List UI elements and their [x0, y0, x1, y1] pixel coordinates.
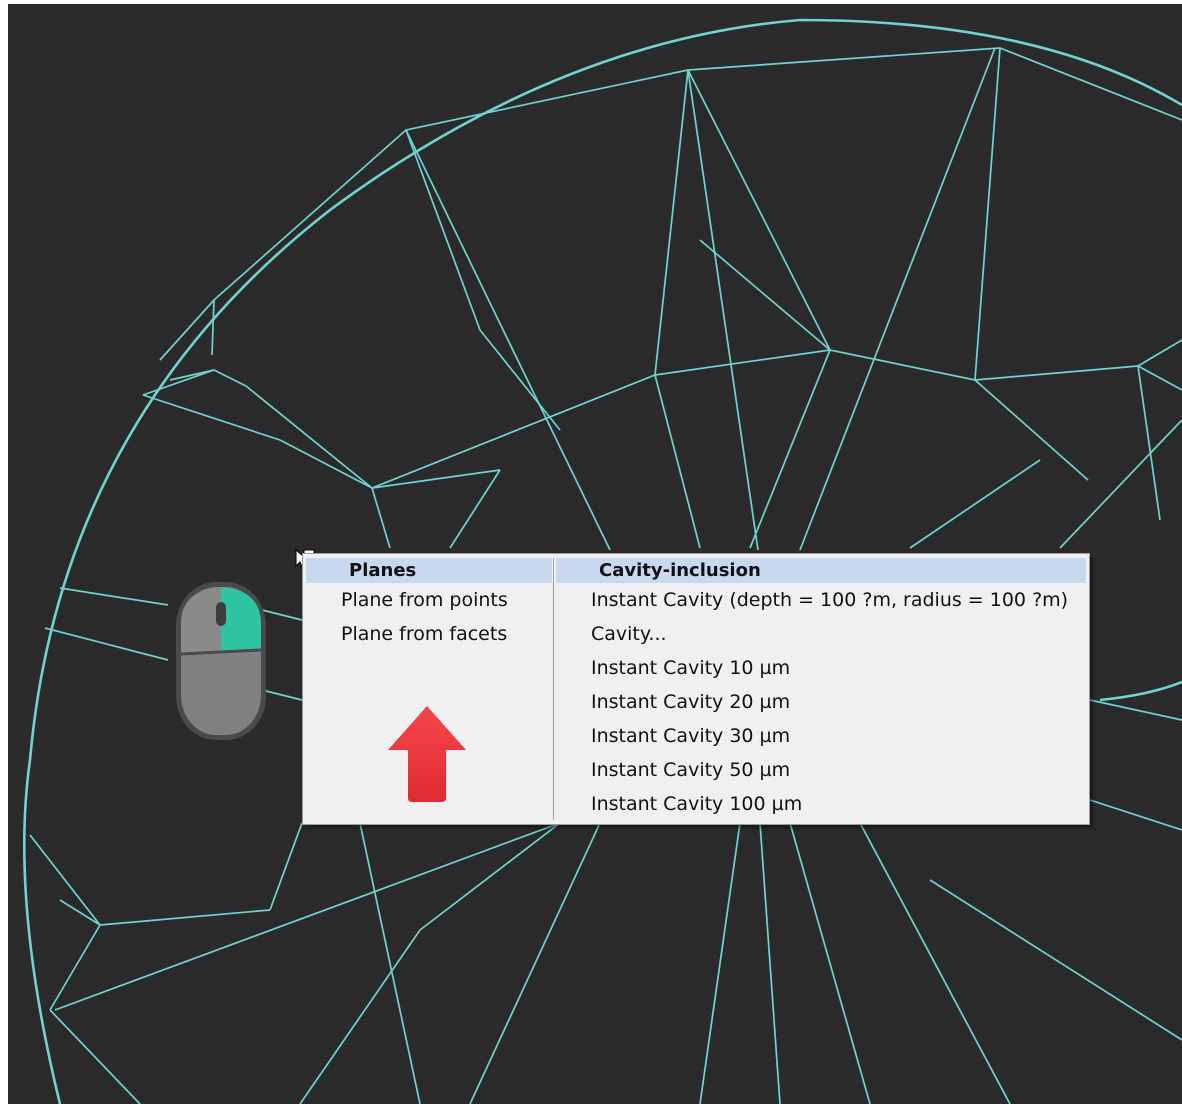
menu-item-instant-cavity-50[interactable]: Instant Cavity 50 µm [556, 753, 1086, 787]
menu-header-planes: Planes [306, 558, 552, 583]
menu-header-cavity-inclusion: Cavity-inclusion [556, 558, 1086, 583]
menu-item-plane-from-points[interactable]: Plane from points [306, 583, 552, 617]
menu-item-plane-from-facets[interactable]: Plane from facets [306, 617, 552, 651]
menu-item-instant-cavity-30[interactable]: Instant Cavity 30 µm [556, 719, 1086, 753]
menu-item-instant-cavity-default[interactable]: Instant Cavity (depth = 100 ?m, radius =… [556, 583, 1086, 617]
menu-item-instant-cavity-100[interactable]: Instant Cavity 100 µm [556, 787, 1086, 821]
menu-column-divider [553, 558, 554, 820]
menu-column-planes: Planes Plane from points Plane from face… [306, 558, 552, 820]
context-menu: Planes Plane from points Plane from face… [302, 553, 1090, 825]
menu-column-cavity-inclusion: Cavity-inclusion Instant Cavity (depth =… [556, 558, 1086, 820]
mouse-right-click-icon [176, 582, 266, 740]
menu-item-instant-cavity-10[interactable]: Instant Cavity 10 µm [556, 651, 1086, 685]
menu-item-cavity[interactable]: Cavity... [556, 617, 1086, 651]
menu-item-instant-cavity-20[interactable]: Instant Cavity 20 µm [556, 685, 1086, 719]
arrow-up-icon [388, 706, 466, 802]
